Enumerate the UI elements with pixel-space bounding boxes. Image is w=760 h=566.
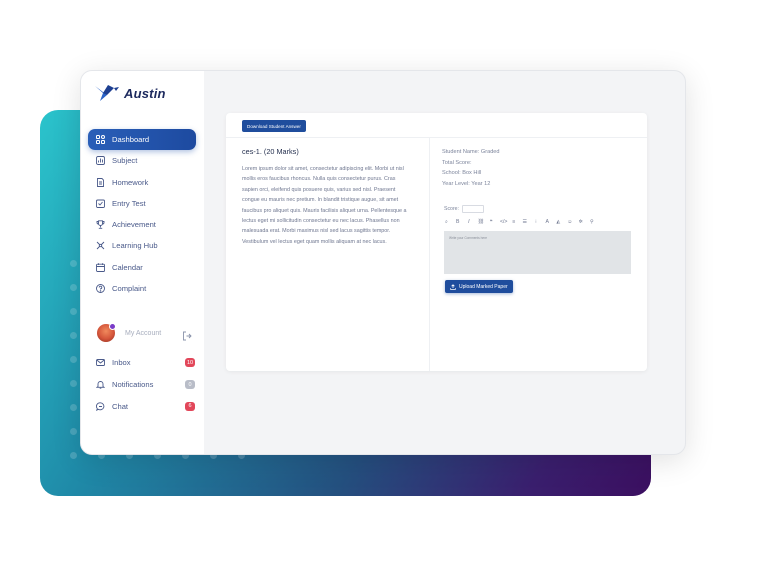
calendar-icon xyxy=(95,262,105,272)
sidebar-item-label: Learning Hub xyxy=(112,241,158,251)
sidebar-item-label: Calendar xyxy=(112,262,143,272)
sidebar-item-label: Homework xyxy=(112,177,149,187)
bird-logo-icon xyxy=(95,85,119,101)
link-icon[interactable]: ⛓ xyxy=(478,219,485,226)
notifications-count-badge: 0 xyxy=(185,380,195,390)
score-input[interactable] xyxy=(462,205,484,213)
student-info: Student Name: Graded Total Score: School… xyxy=(442,147,500,190)
sidebar-item-homework[interactable]: Homework xyxy=(88,172,196,193)
sidebar-item-label: Notifications xyxy=(112,380,154,390)
question-body: Lorem ipsum dolor sit amet, consectetur … xyxy=(242,166,407,245)
upload-label: Upload Marked Paper xyxy=(459,283,508,290)
sidebar-item-label: Inbox xyxy=(112,358,131,368)
editor-toolbar: ⌕ B I ⛓ ❝ </> ≡ ☰ ⁝ A ◭ ☺ ✲ ⚲ xyxy=(444,219,594,226)
total-score: Total Score: xyxy=(442,159,472,166)
sidebar-item-notifications[interactable]: Notifications 0 xyxy=(88,374,196,396)
school: School: Box Hill xyxy=(442,170,482,177)
question-title: ces-1. (20 Marks) xyxy=(242,147,299,156)
stage: Austin Dashboard Subject Homework Entry … xyxy=(0,0,760,566)
divider xyxy=(226,137,647,138)
sidebar-item-label: Subject xyxy=(112,156,138,166)
sidebar-item-complaint[interactable]: Complaint xyxy=(88,278,196,299)
list-icon[interactable]: ☰ xyxy=(522,219,527,226)
sidebar-item-label: Chat xyxy=(112,401,129,411)
sidebar-item-learning-hub[interactable]: Learning Hub xyxy=(88,235,196,256)
highlight-icon[interactable]: ◭ xyxy=(556,219,561,226)
sidebar-item-subject[interactable]: Subject xyxy=(88,150,196,171)
grading-panel: Download Student Answer ces-1. (20 Marks… xyxy=(226,113,647,371)
hub-icon xyxy=(95,241,105,251)
settings-icon[interactable]: ✲ xyxy=(578,219,583,226)
quote-icon[interactable]: ❝ xyxy=(489,219,494,226)
mail-icon xyxy=(95,358,105,368)
sidebar-item-chat[interactable]: Chat 6 xyxy=(88,396,196,418)
sidebar-item-label: Entry Test xyxy=(112,198,146,208)
tool-icon[interactable]: ⚲ xyxy=(589,219,594,226)
sidebar: Austin Dashboard Subject Homework Entry … xyxy=(81,71,204,454)
inbox-count-badge: 10 xyxy=(185,358,195,368)
bell-icon xyxy=(95,380,105,390)
secondary-nav: Inbox 10 Notifications 0 Chat 6 xyxy=(88,352,196,417)
divider xyxy=(429,137,430,371)
align-icon[interactable]: ≡ xyxy=(511,219,516,226)
sidebar-item-label: Dashboard xyxy=(112,135,150,144)
grid-icon xyxy=(95,135,105,145)
code-icon[interactable]: </> xyxy=(500,219,508,226)
sidebar-item-calendar[interactable]: Calendar xyxy=(88,257,196,278)
brand-name: Austin xyxy=(124,85,166,101)
upload-icon xyxy=(450,283,456,290)
indent-icon[interactable]: ⁝ xyxy=(534,219,539,226)
main-nav: Dashboard Subject Homework Entry Test Ac… xyxy=(88,129,196,299)
font-color-icon[interactable]: A xyxy=(545,219,550,226)
sidebar-item-label: Achievement xyxy=(112,220,156,230)
editor-placeholder: Write your Comments here xyxy=(449,236,488,240)
download-student-answer-button[interactable]: Download Student Answer xyxy=(242,120,306,132)
avatar[interactable] xyxy=(97,323,116,342)
document-icon xyxy=(95,177,105,187)
account-label: My Account xyxy=(125,329,162,337)
sidebar-item-achievement[interactable]: Achievement xyxy=(88,214,196,235)
question-icon xyxy=(95,284,105,294)
search-icon[interactable]: ⌕ xyxy=(444,219,449,226)
sidebar-item-inbox[interactable]: Inbox 10 xyxy=(88,352,196,374)
test-icon xyxy=(95,198,105,208)
sidebar-item-label: Complaint xyxy=(112,284,147,294)
emoji-icon[interactable]: ☺ xyxy=(567,219,572,226)
upload-marked-paper-button[interactable]: Upload Marked Paper xyxy=(445,280,513,293)
chart-icon xyxy=(95,156,105,166)
year-level: Year Level: Year 12 xyxy=(442,181,491,188)
logo[interactable]: Austin xyxy=(94,84,166,102)
sidebar-item-entry-test[interactable]: Entry Test xyxy=(88,193,196,214)
bold-icon[interactable]: B xyxy=(455,219,460,226)
score-label: Score: xyxy=(444,206,459,212)
sidebar-item-dashboard[interactable]: Dashboard xyxy=(88,129,196,150)
score-row: Score: xyxy=(444,205,484,213)
comment-editor[interactable]: Write your Comments here xyxy=(444,231,631,274)
trophy-icon xyxy=(95,220,105,230)
app-window: Austin Dashboard Subject Homework Entry … xyxy=(80,70,686,455)
student-name: Student Name: Graded xyxy=(442,149,500,155)
italic-icon[interactable]: I xyxy=(466,219,471,226)
account-row[interactable]: My Account xyxy=(97,323,192,342)
chat-icon xyxy=(95,401,105,411)
chat-count-badge: 6 xyxy=(185,401,195,411)
logout-icon[interactable] xyxy=(182,328,192,346)
